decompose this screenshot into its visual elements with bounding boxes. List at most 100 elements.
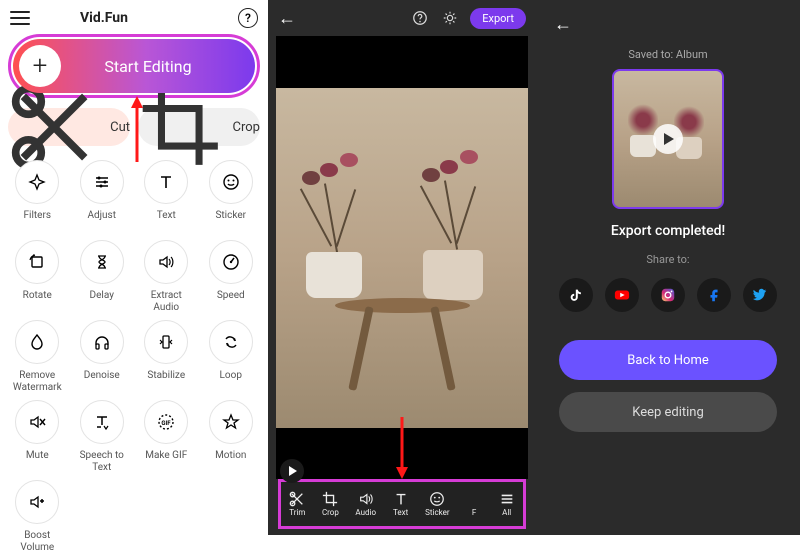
share-youtube-button[interactable] xyxy=(605,278,639,312)
tool-label: Loop xyxy=(220,370,242,392)
text-icon xyxy=(393,491,409,507)
toolbar-label: Text xyxy=(393,508,408,517)
toolbar-label: All xyxy=(502,508,511,517)
video-preview[interactable] xyxy=(276,36,528,479)
blank-icon xyxy=(466,491,482,507)
keep-editing-button[interactable]: Keep editing xyxy=(559,392,777,432)
sparkle-icon xyxy=(15,160,59,204)
tool-denoise[interactable]: Denoise xyxy=(73,320,132,392)
smiley-icon xyxy=(429,491,445,507)
share-to-label: Share to: xyxy=(646,253,689,266)
tiktok-icon xyxy=(568,287,584,303)
share-instagram-button[interactable] xyxy=(651,278,685,312)
audio-icon xyxy=(144,240,188,284)
toolbar-label: F xyxy=(472,508,476,517)
tool-adjust[interactable]: Adjust xyxy=(73,160,132,232)
facebook-icon xyxy=(706,287,722,303)
tool-label: Make GIF xyxy=(145,450,187,472)
help-icon[interactable] xyxy=(410,8,430,28)
scissors-icon xyxy=(289,491,305,507)
tool-sticker[interactable]: Sticker xyxy=(202,160,261,232)
tool-mute[interactable]: Mute xyxy=(8,400,67,472)
toolbar-text[interactable]: Text xyxy=(393,491,409,517)
help-icon[interactable]: ? xyxy=(238,8,258,28)
saved-to-label: Saved to: Album xyxy=(628,48,707,61)
settings-icon[interactable] xyxy=(440,8,460,28)
tool-label: Remove Watermark xyxy=(8,370,67,392)
gauge-icon xyxy=(209,240,253,284)
tool-label: Motion xyxy=(215,450,246,472)
tool-label: Speed xyxy=(217,290,245,312)
cut-button[interactable]: Cut xyxy=(8,108,130,146)
start-editing-label: Start Editing xyxy=(41,57,255,76)
smiley-icon xyxy=(209,160,253,204)
tool-stabilize[interactable]: Stabilize xyxy=(137,320,196,392)
toolbar-label: Audio xyxy=(355,508,376,517)
menu-icon xyxy=(499,491,515,507)
tool-motion[interactable]: Motion xyxy=(202,400,261,472)
toolbar-trim[interactable]: Trim xyxy=(289,491,305,517)
text-icon xyxy=(144,160,188,204)
export-status: Export completed! xyxy=(611,223,725,239)
play-icon xyxy=(653,124,683,154)
toolbar-all[interactable]: All xyxy=(499,491,515,517)
export-button[interactable]: Export xyxy=(470,8,526,29)
share-facebook-button[interactable] xyxy=(697,278,731,312)
toolbar-label: Trim xyxy=(289,508,305,517)
editor-toolbar-highlight: Trim Crop Audio Text Sticker F All xyxy=(278,479,526,529)
tool-speed[interactable]: Speed xyxy=(202,240,261,312)
volume-icon xyxy=(15,480,59,524)
toolbar-f[interactable]: F xyxy=(466,491,482,517)
tool-label: Stabilize xyxy=(147,370,185,392)
instagram-icon xyxy=(660,287,676,303)
tool-loop[interactable]: Loop xyxy=(202,320,261,392)
tool-label: Mute xyxy=(26,450,49,472)
toolbar-audio[interactable]: Audio xyxy=(355,491,376,517)
menu-icon[interactable] xyxy=(10,11,30,25)
toolbar-crop[interactable]: Crop xyxy=(322,491,339,517)
star-icon xyxy=(209,400,253,444)
stabilize-icon xyxy=(144,320,188,364)
loop-icon xyxy=(209,320,253,364)
tool-text[interactable]: Text xyxy=(137,160,196,232)
crop-icon xyxy=(322,491,338,507)
tool-filters[interactable]: Filters xyxy=(8,160,67,232)
share-twitter-button[interactable] xyxy=(743,278,777,312)
gif-icon xyxy=(144,400,188,444)
crop-button[interactable]: Crop xyxy=(138,108,260,146)
tool-label: Extract Audio xyxy=(137,290,196,312)
tool-label: Text xyxy=(157,210,176,232)
tool-extract-audio[interactable]: Extract Audio xyxy=(137,240,196,312)
start-editing-highlight: + Start Editing xyxy=(8,34,260,98)
tool-label: Filters xyxy=(23,210,51,232)
tool-speech-to-text[interactable]: Speech to Text xyxy=(73,400,132,472)
tool-delay[interactable]: Delay xyxy=(73,240,132,312)
toolbar-label: Crop xyxy=(322,508,339,517)
hourglass-icon xyxy=(80,240,124,284)
tool-remove-watermark[interactable]: Remove Watermark xyxy=(8,320,67,392)
play-button[interactable] xyxy=(280,459,304,483)
tool-label: Delay xyxy=(90,290,114,312)
tool-boost-volume[interactable]: Boost Volume xyxy=(8,480,67,552)
back-button[interactable]: ← xyxy=(554,14,572,35)
headphones-icon xyxy=(80,320,124,364)
back-button[interactable]: ← xyxy=(278,8,296,29)
tool-label: Adjust xyxy=(87,210,116,232)
youtube-icon xyxy=(614,287,630,303)
app-title: Vid.Fun xyxy=(80,10,128,26)
start-editing-button[interactable]: + Start Editing xyxy=(13,39,255,93)
sliders-icon xyxy=(80,160,124,204)
crop-icon xyxy=(138,85,223,170)
tool-label: Speech to Text xyxy=(73,450,132,472)
toolbar-sticker[interactable]: Sticker xyxy=(425,491,449,517)
back-to-home-button[interactable]: Back to Home xyxy=(559,340,777,380)
tool-label: Boost Volume xyxy=(8,530,67,552)
video-frame xyxy=(276,88,528,428)
tool-label: Sticker xyxy=(215,210,246,232)
tool-rotate[interactable]: Rotate xyxy=(8,240,67,312)
tool-make-gif[interactable]: Make GIF xyxy=(137,400,196,472)
rotate-icon xyxy=(15,240,59,284)
export-thumbnail[interactable] xyxy=(612,69,724,209)
annotation-arrow xyxy=(395,417,409,483)
share-tiktok-button[interactable] xyxy=(559,278,593,312)
